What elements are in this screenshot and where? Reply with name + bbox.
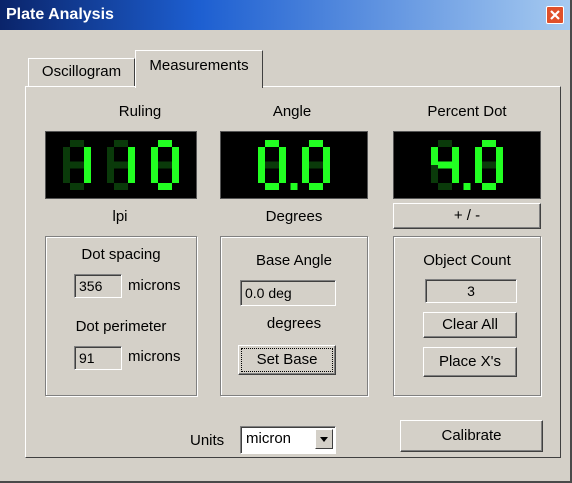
led-segment <box>279 165 286 183</box>
led-segment <box>107 165 114 183</box>
led-segment <box>302 165 309 183</box>
led-segment <box>438 161 452 169</box>
led-segment <box>309 161 323 169</box>
led-segment <box>482 140 496 147</box>
dot-spacing-field[interactable]: 356 <box>74 274 122 298</box>
ruling-unit: lpi <box>112 208 128 225</box>
led-segment <box>496 147 503 165</box>
led-segment <box>258 147 265 165</box>
chevron-down-icon <box>320 437 328 442</box>
led-segment <box>114 140 128 147</box>
dot-perimeter-unit: microns <box>128 348 181 365</box>
led-segment <box>482 161 496 169</box>
led-segment <box>114 161 128 169</box>
led-segment <box>158 183 172 190</box>
led-segment <box>279 147 286 165</box>
led-segment <box>431 165 438 183</box>
led-segment <box>302 147 309 165</box>
close-icon <box>550 10 560 20</box>
led-segment <box>107 147 114 165</box>
tab-measurements[interactable]: Measurements <box>135 50 263 88</box>
close-button[interactable] <box>546 6 564 24</box>
plus-minus-button[interactable]: + / - <box>393 203 541 229</box>
led-segment <box>323 165 330 183</box>
tab-oscillogram[interactable]: Oscillogram <box>28 58 135 86</box>
object-count-label: Object Count <box>423 252 511 269</box>
base-angle-label: Base Angle <box>256 252 332 269</box>
title-bar[interactable]: Plate Analysis <box>0 0 570 30</box>
led-segment <box>84 147 91 165</box>
led-segment <box>151 147 158 165</box>
units-selected-value: micron <box>246 430 292 447</box>
window-title: Plate Analysis <box>6 6 114 23</box>
led-decimal-point <box>290 183 298 190</box>
place-xs-button[interactable]: Place X's <box>423 347 517 377</box>
base-angle-unit: degrees <box>266 315 322 332</box>
led-segment <box>63 147 70 165</box>
led-segment <box>482 183 496 190</box>
calibrate-button[interactable]: Calibrate <box>400 420 543 452</box>
ruling-display <box>45 131 197 199</box>
led-segment <box>158 161 172 169</box>
led-segment <box>70 161 84 169</box>
led-segment <box>70 140 84 147</box>
clear-all-button[interactable]: Clear All <box>423 312 517 338</box>
percent-dot-display <box>393 131 541 199</box>
set-base-button[interactable]: Set Base <box>238 345 336 375</box>
led-segment <box>151 165 158 183</box>
led-segment <box>475 165 482 183</box>
led-decimal-point <box>463 183 471 190</box>
dot-perimeter-field[interactable]: 91 <box>74 346 122 370</box>
led-segment <box>128 147 135 165</box>
led-segment <box>172 147 179 165</box>
led-segment <box>496 165 503 183</box>
led-segment <box>265 183 279 190</box>
plate-analysis-window: Plate Analysis Oscillogram Measurements … <box>0 0 572 483</box>
dot-spacing-unit: microns <box>128 277 181 294</box>
led-segment <box>309 183 323 190</box>
led-segment <box>452 147 459 165</box>
units-dropdown-button[interactable] <box>315 429 333 449</box>
ruling-label: Ruling <box>118 103 162 120</box>
dot-perimeter-label: Dot perimeter <box>75 318 167 335</box>
units-label: Units <box>190 432 225 449</box>
led-segment <box>475 147 482 165</box>
led-segment <box>265 140 279 147</box>
led-segment <box>438 183 452 190</box>
led-segment <box>84 165 91 183</box>
led-segment <box>452 165 459 183</box>
angle-unit: Degrees <box>265 208 323 225</box>
led-segment <box>431 147 438 165</box>
led-segment <box>258 165 265 183</box>
led-segment <box>158 140 172 147</box>
led-segment <box>128 165 135 183</box>
led-segment <box>438 140 452 147</box>
base-angle-field[interactable]: 0.0 deg <box>240 280 336 306</box>
led-segment <box>172 165 179 183</box>
percent-dot-label: Percent Dot <box>427 103 507 120</box>
object-count-field: 3 <box>425 279 517 303</box>
led-segment <box>70 183 84 190</box>
dot-spacing-label: Dot spacing <box>81 246 161 263</box>
led-segment <box>309 140 323 147</box>
led-segment <box>114 183 128 190</box>
units-select[interactable]: micron <box>240 426 336 454</box>
led-segment <box>265 161 279 169</box>
angle-label: Angle <box>272 103 312 120</box>
angle-display <box>220 131 368 199</box>
led-segment <box>63 165 70 183</box>
led-segment <box>323 147 330 165</box>
